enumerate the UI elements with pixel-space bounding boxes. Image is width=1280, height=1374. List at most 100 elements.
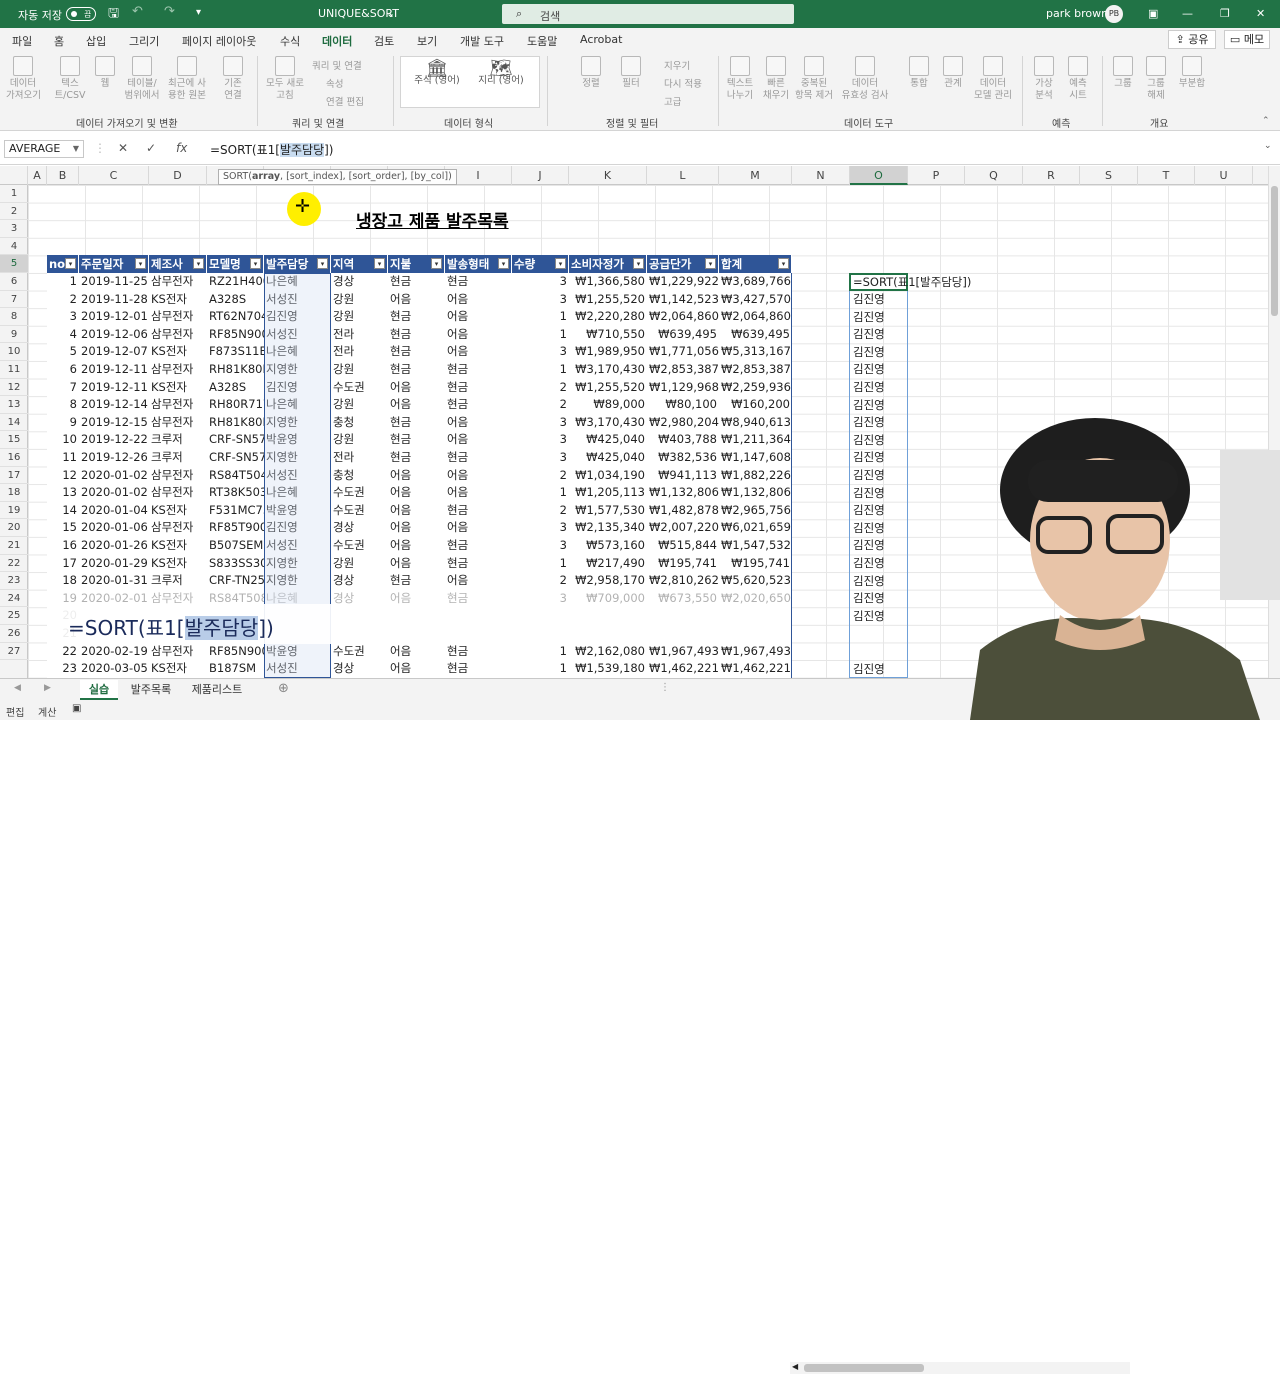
table-cell[interactable]: 강원 [331, 361, 388, 379]
table-cell[interactable]: 경상 [331, 519, 388, 537]
table-cell[interactable]: A328S [207, 291, 264, 309]
table-cell[interactable]: ₩1,034,190 [569, 467, 647, 485]
save-icon[interactable]: 🖫 [108, 4, 119, 26]
table-cell[interactable]: ₩425,040 [569, 449, 647, 467]
table-cell[interactable]: 4 [47, 326, 79, 344]
table-cell[interactable] [647, 625, 719, 643]
table-cell[interactable]: 현금 [445, 537, 512, 555]
table-cell[interactable]: 경상 [331, 273, 388, 291]
table-cell[interactable]: RF85N900 [207, 643, 264, 661]
enter-icon[interactable]: ✓ [146, 141, 156, 155]
table-cell[interactable]: ₩941,113 [647, 467, 719, 485]
table-cell[interactable]: 3 [512, 414, 569, 432]
table-cell[interactable]: ₩1,255,520 [569, 291, 647, 309]
table-cell[interactable]: 3 [512, 537, 569, 555]
column-header[interactable]: J [512, 166, 569, 185]
remove-duplicates-button[interactable]: 중복된 항목 제거 [794, 56, 834, 102]
table-row[interactable]: 16 2020-01-26 KS전자 B507SEM 서성진 수도권 어음 현금 3 ₩573,1… [47, 537, 792, 555]
sort-result-cell[interactable]: 김진영 [850, 379, 908, 397]
table-cell[interactable]: 어음 [388, 484, 445, 502]
sort-result-cell[interactable]: 김진영 [850, 555, 908, 573]
data-model-button[interactable]: 데이터 모델 관리 [970, 56, 1016, 102]
column-header[interactable]: R [1023, 166, 1080, 185]
table-cell[interactable]: 강원 [331, 308, 388, 326]
table-cell[interactable]: 수도권 [331, 537, 388, 555]
table-row[interactable]: 22 2020-02-19 삼무전자 RF85N900 박윤영 수도권 어음 현금 1 ₩2,16… [47, 643, 792, 661]
menu-draw[interactable]: 그리기 [129, 33, 159, 49]
table-cell[interactable]: ₩2,064,860 [719, 308, 792, 326]
table-cell[interactable]: 2 [512, 467, 569, 485]
row-header[interactable]: 8 [0, 308, 28, 326]
table-cell[interactable]: ₩2,853,387 [719, 361, 792, 379]
table-cell[interactable]: ₩217,490 [569, 555, 647, 573]
table-cell[interactable]: ₩2,810,262 [647, 572, 719, 590]
table-cell[interactable]: 삼무전자 [149, 308, 207, 326]
table-cell[interactable]: 어음 [445, 343, 512, 361]
table-cell[interactable]: 5 [47, 343, 79, 361]
table-cell[interactable]: 삼무전자 [149, 519, 207, 537]
table-cell[interactable]: 1 [512, 308, 569, 326]
table-cell[interactable]: 어음 [445, 326, 512, 344]
table-cell[interactable]: 전라 [331, 449, 388, 467]
table-cell[interactable]: KS전자 [149, 537, 207, 555]
table-cell[interactable]: 어음 [388, 502, 445, 520]
table-cell[interactable]: 2020-01-06 [79, 519, 149, 537]
table-cell[interactable]: ₩403,788 [647, 431, 719, 449]
table-cell[interactable]: ₩1,205,113 [569, 484, 647, 502]
table-cell[interactable]: 2019-12-07 [79, 343, 149, 361]
column-header[interactable]: T [1138, 166, 1195, 185]
table-cell[interactable]: ₩639,495 [647, 326, 719, 344]
horizontal-scrollbar-thumb[interactable] [804, 1364, 924, 1372]
table-cell[interactable]: ₩382,536 [647, 449, 719, 467]
table-cell[interactable]: B507SEM [207, 537, 264, 555]
sort-result-cell[interactable]: 김진영 [850, 326, 908, 344]
table-cell[interactable]: 2019-12-14 [79, 396, 149, 414]
table-cell[interactable]: ₩1,462,221 [647, 660, 719, 678]
table-row[interactable]: 92019-12-15삼무전자RH81K80D지영한충청현금어음3₩3,170,… [47, 414, 792, 432]
table-cell[interactable]: ₩8,940,613 [719, 414, 792, 432]
filter-dropdown-icon[interactable]: ▾ [431, 258, 442, 269]
table-cell[interactable]: 수도권 [331, 643, 388, 661]
table-cell[interactable]: 현금 [388, 308, 445, 326]
table-cell[interactable]: 어음 [388, 519, 445, 537]
table-cell[interactable]: 삼무전자 [149, 414, 207, 432]
sort-result-cell[interactable]: 김진영 [850, 397, 908, 415]
table-cell[interactable]: 삼무전자 [149, 467, 207, 485]
sort-result-cell[interactable]: 김진영 [850, 573, 908, 591]
vertical-scrollbar-thumb[interactable] [1271, 186, 1278, 316]
table-cell[interactable]: 2020-01-04 [79, 502, 149, 520]
formula-input[interactable]: =SORT(표1[발주담당]) [210, 141, 334, 158]
table-cell[interactable]: 경상 [331, 572, 388, 590]
filter-dropdown-icon[interactable]: ▾ [317, 258, 328, 269]
scroll-left-icon[interactable]: ◀ [792, 1362, 798, 1371]
table-cell[interactable]: ₩1,132,806 [647, 484, 719, 502]
table-cell[interactable]: 삼무전자 [149, 484, 207, 502]
active-cell-editor[interactable]: =SORT(표1[발주담당]) [849, 273, 971, 291]
table-cell[interactable]: RF85N900 [207, 326, 264, 344]
table-row[interactable]: 7 2019-12-11 KS전자 A328S 김진영 수도권 어음 현금 2 ₩1,255,52… [47, 379, 792, 397]
table-cell[interactable]: 7 [47, 379, 79, 397]
redo-icon[interactable]: ↷ [164, 4, 175, 19]
relationships-button[interactable]: 관계 [938, 56, 968, 90]
select-all-button[interactable] [0, 166, 28, 185]
sort-result-cell[interactable]: 김진영 [850, 608, 908, 626]
table-cell[interactable]: 현금 [388, 326, 445, 344]
table-cell[interactable]: 크루저 [149, 449, 207, 467]
row-header[interactable]: 18 [0, 484, 28, 502]
properties-button[interactable]: 속성 [326, 76, 343, 90]
table-cell[interactable]: 수도권 [331, 379, 388, 397]
table-cell[interactable]: 현금 [388, 343, 445, 361]
table-cell[interactable]: ₩195,741 [647, 555, 719, 573]
row-header[interactable]: 25 [0, 607, 28, 625]
table-cell[interactable]: 2019-12-06 [79, 326, 149, 344]
table-cell[interactable]: 현금 [445, 379, 512, 397]
table-cell[interactable]: 18 [47, 572, 79, 590]
autosave-toggle[interactable] [66, 7, 96, 21]
add-sheet-icon[interactable]: ⊕ [278, 681, 289, 696]
table-cell[interactable]: 현금 [388, 572, 445, 590]
table-row[interactable]: 82019-12-14삼무전자RH80R717나은혜강원어음현금2₩89,000… [47, 396, 792, 414]
table-cell[interactable]: 강원 [331, 555, 388, 573]
table-cell[interactable]: 어음 [388, 660, 445, 678]
sort-result-cell[interactable]: 김진영 [850, 291, 908, 309]
table-cell[interactable]: 15 [47, 519, 79, 537]
